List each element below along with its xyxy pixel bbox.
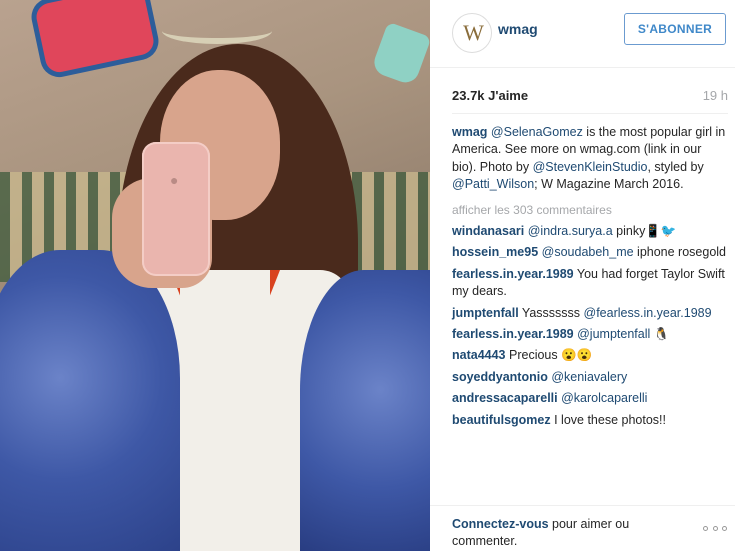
mention-link[interactable]: @Patti_Wilson xyxy=(452,177,534,191)
comment-text: , styled by xyxy=(647,159,704,174)
post-side-panel: W wmag S'ABONNER 23.7k J'aime 19 h wmag … xyxy=(430,0,735,551)
comment-author[interactable]: nata4443 xyxy=(452,348,506,362)
dot xyxy=(722,526,727,531)
comment-text: I love these photos!! xyxy=(554,412,666,427)
photo-fur-coat-left xyxy=(0,250,180,551)
post-photo[interactable]: ● xyxy=(0,0,430,551)
post-timestamp[interactable]: 19 h xyxy=(703,88,728,103)
comment-author[interactable]: windanasari xyxy=(452,224,524,238)
apple-logo-icon: ● xyxy=(170,172,179,188)
login-prompt: Connectez-vous pour aimer ou commenter. xyxy=(452,516,682,550)
photo-phone: ● xyxy=(142,142,210,276)
comment-item: hossein_me95 @soudabeh_me iphone rosegol… xyxy=(452,244,728,261)
comment-item: jumptenfall Yasssssss @fearless.in.year.… xyxy=(452,305,728,322)
comment-item: beautifulsgomez I love these photos!! xyxy=(452,412,728,429)
comment-author[interactable]: fearless.in.year.1989 xyxy=(452,327,574,341)
divider xyxy=(452,113,728,114)
comment-item: nata4443 Precious 😮😮 xyxy=(452,347,728,364)
mention-link[interactable]: @soudabeh_me xyxy=(542,245,634,259)
post-stats: 23.7k J'aime 19 h xyxy=(452,88,728,106)
comment-author[interactable]: jumptenfall xyxy=(452,306,519,320)
mention-link[interactable]: @SelenaGomez xyxy=(491,125,583,139)
more-options-icon[interactable] xyxy=(703,526,727,534)
comment-author[interactable]: hossein_me95 xyxy=(452,245,538,259)
comment-text: ; W Magazine March 2016. xyxy=(534,177,684,192)
comment-item: windanasari @indra.surya.a pinky📱🐦 xyxy=(452,223,728,240)
comment-author[interactable]: andressacaparelli xyxy=(452,391,558,405)
photo-tiara xyxy=(162,18,272,44)
mention-link[interactable]: @keniavalery xyxy=(551,370,627,384)
mention-link[interactable]: @jumptenfall xyxy=(577,327,650,341)
comment-text: Precious 😮😮 xyxy=(509,348,593,363)
comment-item: andressacaparelli @karolcaparelli xyxy=(452,390,728,407)
caption-text: @SelenaGomez is the most popular girl in… xyxy=(452,125,725,191)
comments-feed: wmag @SelenaGomez is the most popular gi… xyxy=(452,124,728,433)
w-magazine-logo-icon[interactable]: W xyxy=(452,13,492,53)
post-caption: wmag @SelenaGomez is the most popular gi… xyxy=(452,124,728,194)
mention-link[interactable]: @fearless.in.year.1989 xyxy=(584,306,712,320)
comment-list: windanasari @indra.surya.a pinky📱🐦 hossei… xyxy=(452,223,728,429)
view-all-comments-link[interactable]: afficher les 303 commentaires xyxy=(452,202,728,219)
comment-text: Yasssssss xyxy=(521,305,584,320)
comment-text: 🐧 xyxy=(650,327,670,342)
post-header: W wmag S'ABONNER xyxy=(430,0,735,68)
comment-item: soyeddyantonio @keniavalery xyxy=(452,369,728,386)
comment-text: iphone rosegold xyxy=(633,245,727,260)
comment-item: fearless.in.year.1989 You had forget Tay… xyxy=(452,266,728,301)
dot xyxy=(703,526,708,531)
follow-button[interactable]: S'ABONNER xyxy=(624,13,726,45)
caption-author[interactable]: wmag xyxy=(452,125,487,139)
mention-link[interactable]: @StevenKleinStudio xyxy=(533,160,648,174)
comment-author[interactable]: soyeddyantonio xyxy=(452,370,548,384)
mention-link[interactable]: @karolcaparelli xyxy=(561,391,647,405)
dot xyxy=(712,526,718,531)
comment-item: fearless.in.year.1989 @jumptenfall 🐧 xyxy=(452,326,728,343)
photo-prop-bucket xyxy=(33,0,157,75)
login-link[interactable]: Connectez-vous xyxy=(452,517,549,531)
likes-count[interactable]: 23.7k J'aime xyxy=(452,88,528,103)
post-footer: Connectez-vous pour aimer ou commenter. xyxy=(430,505,735,551)
account-username[interactable]: wmag xyxy=(498,21,538,37)
photo-prop-cup xyxy=(370,21,430,87)
comment-text: pinky📱🐦 xyxy=(612,224,677,239)
mention-link[interactable]: @indra.surya.a xyxy=(528,224,613,238)
comment-author[interactable]: fearless.in.year.1989 xyxy=(452,267,574,281)
photo-fur-coat-right xyxy=(300,270,430,551)
comment-author[interactable]: beautifulsgomez xyxy=(452,413,551,427)
